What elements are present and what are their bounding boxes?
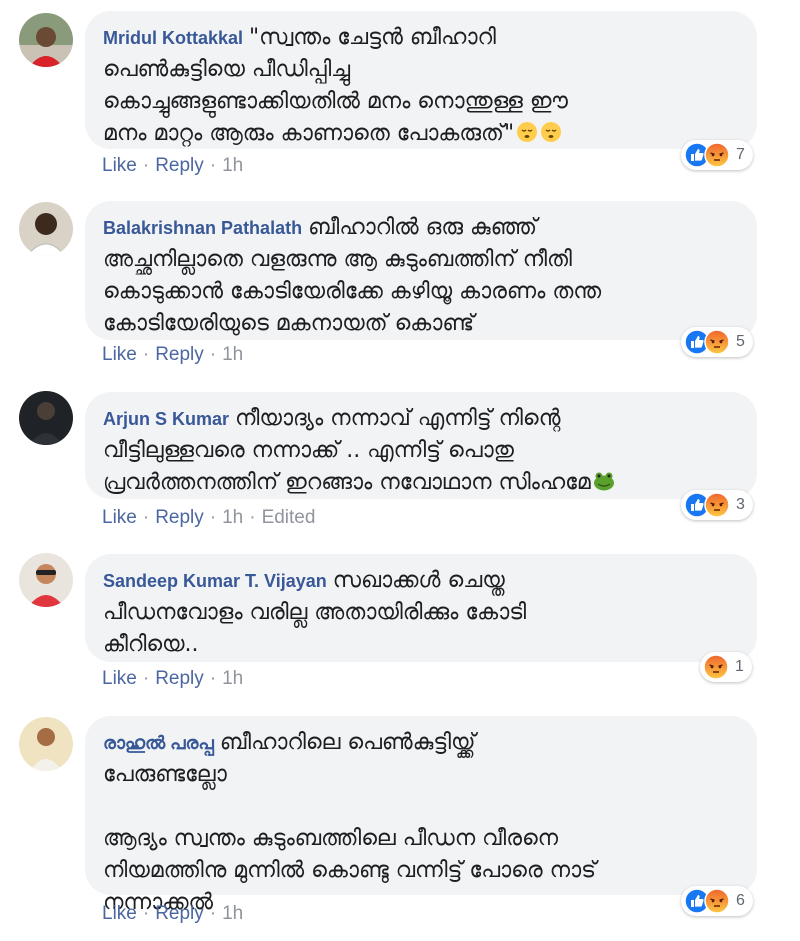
separator: · [209,903,217,924]
comment-author-link[interactable]: രാഹുൽ പരപ്പ [103,733,214,753]
timestamp[interactable]: 1h [222,903,243,924]
avatar[interactable] [19,391,73,445]
comment-author-link[interactable]: Sandeep Kumar T. Vijayan [103,571,327,591]
reactions-summary[interactable]: 3 [681,490,753,520]
reaction-count: 6 [736,892,745,909]
sleepy-face-icon [541,122,562,142]
separator: · [209,344,217,365]
separator: · [142,903,150,924]
separator: · [142,668,150,689]
sleepy-face-icon [517,122,538,142]
separator: · [249,507,256,528]
separator: · [142,155,150,176]
reaction-count: 5 [736,333,745,350]
reactions-summary[interactable]: 7 [681,140,753,170]
separator: · [209,155,217,176]
reactions-summary[interactable]: 5 [681,327,753,357]
comment-bubble: രാഹുൽ പരപ്പ ബീഹാറിലെ പെൺകുട്ടിയ്ക്ക് പേരു… [85,716,757,915]
comment-actions: Like · Reply · 1h [102,155,243,177]
reply-link[interactable]: Reply [155,507,204,528]
comment-bubble: Arjun S Kumar നീയാദ്യം നന്നാവ് എന്നിട്ട് … [85,392,757,499]
avatar[interactable] [19,202,73,256]
reactions-summary[interactable]: 6 [681,886,753,916]
angry-reaction-icon [703,654,729,680]
comment-author-link[interactable]: Arjun S Kumar [103,409,229,429]
reactions-summary[interactable]: 1 [700,652,752,682]
avatar[interactable] [19,553,73,607]
reaction-count: 1 [735,658,744,675]
timestamp[interactable]: 1h [222,155,243,176]
comment-bubble: Balakrishnan Pathalath ബീഹാറിൽ ഒരു കുഞ്ഞ്… [85,201,757,340]
comment-author-link[interactable]: Balakrishnan Pathalath [103,218,302,238]
frog-face-icon [593,472,614,491]
separator: · [209,668,217,689]
like-link[interactable]: Like [102,507,137,528]
timestamp[interactable]: 1h [222,344,243,365]
like-link[interactable]: Like [102,344,137,365]
separator: · [142,507,150,528]
comment-actions: Like · Reply · 1h [102,668,243,690]
comment-bubble: Sandeep Kumar T. Vijayan സഖാക്കൾ ചെയ്ത പീ… [85,554,757,662]
comment-author-link[interactable]: Mridul Kottakkal [103,28,243,48]
angry-reaction-icon [704,888,730,914]
like-link[interactable]: Like [102,668,137,689]
comment-actions: Like · Reply · 1h [102,903,243,925]
like-link[interactable]: Like [102,155,137,176]
separator: · [142,344,150,365]
comment-actions: Like · Reply · 1h [102,344,243,366]
angry-reaction-icon [704,329,730,355]
comment-actions: Like · Reply · 1h · Edited [102,507,315,529]
reply-link[interactable]: Reply [155,344,204,365]
avatar[interactable] [19,717,73,771]
reaction-count: 3 [736,496,745,513]
separator: · [209,507,217,528]
reply-link[interactable]: Reply [155,903,204,924]
like-link[interactable]: Like [102,903,137,924]
avatar[interactable] [19,13,73,67]
angry-reaction-icon [704,142,730,168]
reply-link[interactable]: Reply [155,668,204,689]
reaction-count: 7 [736,146,745,163]
angry-reaction-icon [704,492,730,518]
comment-text: ബീഹാറിലെ പെൺകുട്ടിയ്ക്ക് പേരുണ്ടല്ലോ ആദ്… [103,730,597,915]
reply-link[interactable]: Reply [155,155,204,176]
edited-label[interactable]: Edited [262,507,316,528]
timestamp[interactable]: 1h [222,668,243,689]
timestamp[interactable]: 1h [222,507,243,528]
comment-bubble: Mridul Kottakkal "സ്വന്തം ചേട്ടൻ ബീഹാറി പ… [85,11,757,149]
